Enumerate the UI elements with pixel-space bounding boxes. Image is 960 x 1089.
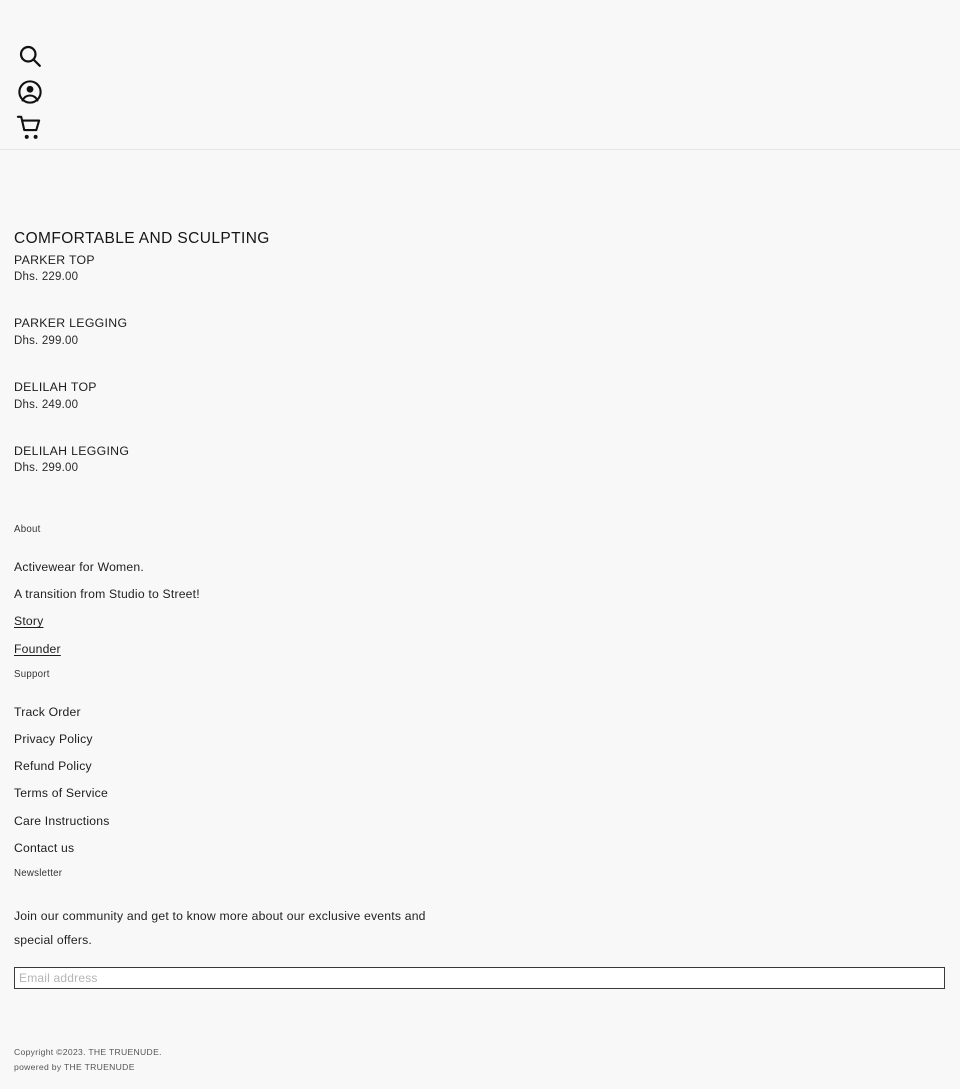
footer-about-block: About Activewear for Women. A transition… — [14, 524, 960, 657]
collection-section: COMFORTABLE AND SCULPTING PARKER TOP Dhs… — [0, 150, 960, 476]
search-icon-glyph — [19, 45, 41, 67]
footer-link-care-instructions[interactable]: Care Instructions — [14, 814, 110, 829]
footer-support-block: Support Track Order Privacy Policy Refun… — [14, 669, 960, 856]
footer-link-contact-us[interactable]: Contact us — [14, 841, 74, 856]
product-list: PARKER TOP Dhs. 229.00 PARKER LEGGING Dh… — [0, 252, 960, 477]
account-icon-glyph — [18, 80, 42, 104]
product-price: Dhs. 299.00 — [14, 334, 79, 347]
account-icon[interactable] — [16, 78, 44, 106]
product-card[interactable]: DELILAH LEGGING Dhs. 299.00 — [14, 443, 960, 477]
site-header — [0, 0, 960, 150]
product-price: Dhs. 299.00 — [14, 462, 79, 475]
copyright-line-1: Copyright ©2023. THE TRUENUDE. — [14, 1046, 162, 1057]
footer-newsletter-block: Newsletter Join our community and get to… — [14, 868, 960, 952]
copyright-block: Copyright ©2023. THE TRUENUDE. powered b… — [14, 1045, 960, 1089]
footer-link-track-order[interactable]: Track Order — [14, 705, 81, 720]
footer-support-heading: Support — [14, 668, 50, 680]
search-icon[interactable] — [16, 42, 44, 70]
footer-link-founder[interactable]: Founder — [14, 642, 61, 657]
product-name: DELILAH LEGGING — [14, 443, 130, 458]
product-name: PARKER TOP — [14, 252, 95, 267]
copyright-line-2: powered by THE TRUENUDE — [14, 1061, 135, 1072]
footer-newsletter-heading: Newsletter — [14, 868, 63, 880]
product-card[interactable]: DELILAH TOP Dhs. 249.00 — [14, 379, 960, 413]
page-root: COMFORTABLE AND SCULPTING PARKER TOP Dhs… — [0, 0, 960, 1089]
footer-link-refund-policy[interactable]: Refund Policy — [14, 759, 92, 774]
footer-link-privacy-policy[interactable]: Privacy Policy — [14, 732, 93, 747]
cart-icon-glyph — [16, 115, 41, 139]
collection-title: COMFORTABLE AND SCULPTING — [14, 230, 270, 247]
newsletter-form[interactable] — [14, 966, 946, 989]
footer-link-story[interactable]: Story — [14, 614, 43, 629]
email-input[interactable] — [14, 966, 945, 989]
footer-link-terms-of-service[interactable]: Terms of Service — [14, 786, 108, 801]
header-icon-group — [16, 42, 44, 142]
product-card[interactable]: PARKER LEGGING Dhs. 299.00 — [14, 315, 960, 349]
product-card[interactable]: PARKER TOP Dhs. 229.00 — [14, 252, 960, 286]
about-tagline-2: A transition from Studio to Street! — [14, 587, 200, 602]
product-name: PARKER LEGGING — [14, 316, 128, 331]
product-name: DELILAH TOP — [14, 379, 97, 394]
footer-about-heading: About — [14, 524, 41, 536]
product-price: Dhs. 249.00 — [14, 398, 79, 411]
about-tagline-1: Activewear for Women. — [14, 559, 144, 574]
site-footer: About Activewear for Women. A transition… — [0, 476, 960, 1088]
cart-icon[interactable] — [16, 114, 44, 142]
product-price: Dhs. 229.00 — [14, 271, 79, 284]
newsletter-description: Join our community and get to know more … — [14, 908, 426, 948]
